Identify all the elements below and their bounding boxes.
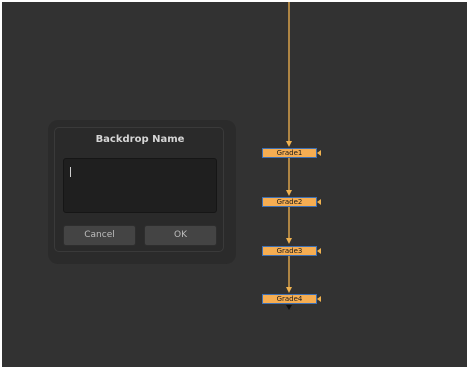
- output-arrow-grade4: [286, 305, 292, 310]
- backdrop-name-dialog: Backdrop Name Cancel OK: [54, 127, 224, 252]
- mask-input-arrow-icon[interactable]: [317, 199, 321, 205]
- ok-button[interactable]: OK: [144, 225, 217, 246]
- node-label: Grade2: [276, 198, 303, 206]
- node-grade4[interactable]: Grade4: [262, 294, 317, 304]
- backdrop-name-input[interactable]: [63, 158, 217, 213]
- cancel-button[interactable]: Cancel: [63, 225, 136, 246]
- text-caret: [70, 167, 71, 177]
- node-label: Grade3: [276, 247, 303, 255]
- node-label: Grade1: [276, 149, 303, 157]
- node-grade1[interactable]: Grade1: [262, 148, 317, 158]
- node-grade2[interactable]: Grade2: [262, 197, 317, 207]
- edge-arrowhead-grade3: [286, 238, 292, 244]
- node-graph-canvas[interactable]: Grade1 Grade2 Grade3 Grade4 Backdrop Nam…: [2, 2, 467, 367]
- node-grade3[interactable]: Grade3: [262, 246, 317, 256]
- dialog-title: Backdrop Name: [95, 134, 185, 145]
- node-label: Grade4: [276, 295, 303, 303]
- mask-input-arrow-icon[interactable]: [317, 248, 321, 254]
- edge-arrowhead-grade2: [286, 190, 292, 196]
- mask-input-arrow-icon[interactable]: [317, 296, 321, 302]
- edge-arrowhead-grade1: [286, 141, 292, 147]
- edge-arrowhead-grade4: [286, 287, 292, 293]
- mask-input-arrow-icon[interactable]: [317, 150, 321, 156]
